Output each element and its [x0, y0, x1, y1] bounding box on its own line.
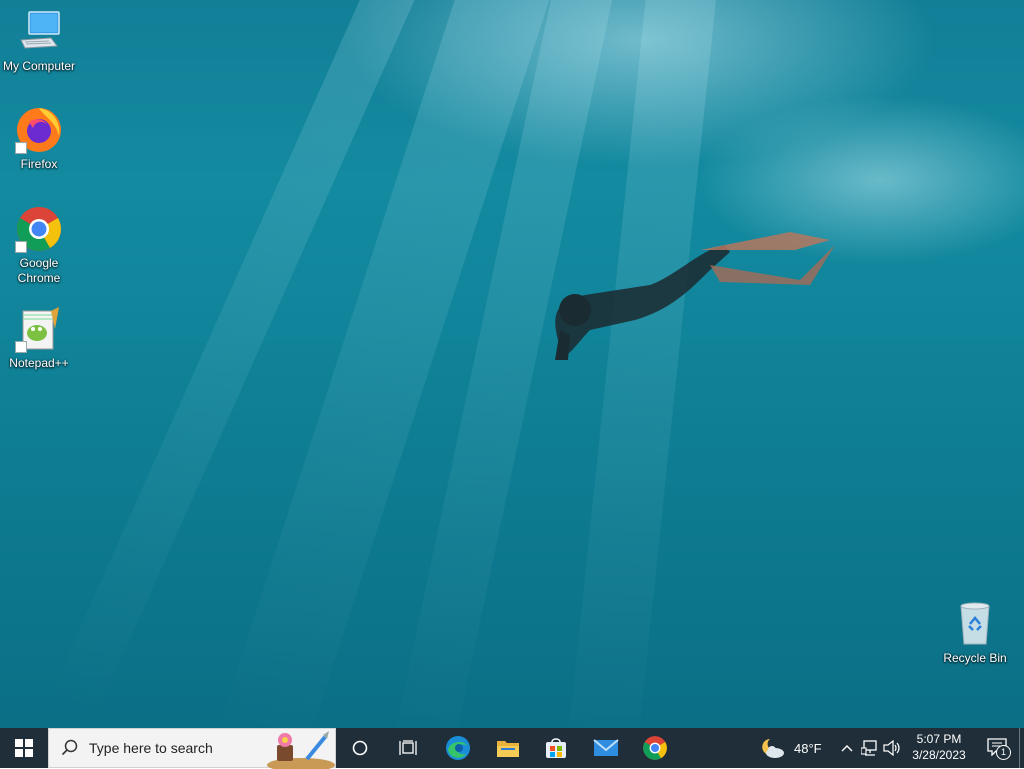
chrome-icon [643, 736, 667, 760]
mail-icon [593, 739, 619, 756]
start-icon [15, 739, 33, 757]
chrome-icon [15, 205, 63, 253]
notepadpp-icon [15, 305, 63, 353]
show-desktop-button[interactable] [1019, 728, 1024, 768]
desktop-icon-my-computer[interactable]: My Computer [1, 8, 77, 74]
file-explorer-icon [497, 741, 519, 757]
desktop-icon-label: Notepad++ [9, 356, 69, 370]
speaker-icon [883, 740, 900, 756]
desktop-icon-label: Google Chrome [17, 256, 61, 285]
chevron-up-icon [841, 745, 853, 752]
desktop-icon-label: My Computer [2, 59, 76, 73]
taskbar: Type here to search 48°F 5:07 PM 3/28/20… [0, 728, 1024, 769]
desktop-icon-google-chrome[interactable]: Google Chrome [1, 205, 77, 286]
firefox-icon [15, 106, 63, 154]
desktop-icon-label: Recycle Bin [943, 651, 1007, 665]
taskbar-search-box[interactable]: Type here to search [48, 728, 336, 769]
recycle-bin-icon [951, 600, 999, 648]
task-view-button[interactable] [384, 728, 432, 768]
computer-icon [15, 8, 63, 56]
wallpaper-swimmer [555, 232, 835, 360]
taskbar-microsoft-store-button[interactable] [532, 728, 580, 768]
network-icon [861, 740, 877, 756]
search-placeholder: Type here to search [89, 740, 213, 756]
shortcut-arrow-icon [15, 241, 27, 253]
desktop[interactable]: My Computer Firefox Google Chrome Notepa… [0, 0, 1024, 728]
taskbar-clock[interactable]: 5:07 PM 3/28/2023 [900, 731, 978, 763]
taskbar-edge-button[interactable] [434, 728, 482, 768]
weather-widget[interactable]: 48°F [760, 728, 830, 768]
search-icon [61, 739, 78, 756]
weather-temperature: 48°F [794, 740, 822, 756]
edge-icon [446, 736, 470, 760]
desktop-icon-firefox[interactable]: Firefox [1, 106, 77, 172]
notification-count-badge: 1 [996, 745, 1011, 760]
search-highlight-icon [267, 731, 335, 769]
partly-cloudy-night-icon [762, 739, 784, 758]
shortcut-arrow-icon [15, 142, 27, 154]
start-button[interactable] [0, 728, 48, 768]
show-hidden-icons-button[interactable] [838, 728, 856, 768]
network-button[interactable] [860, 728, 880, 768]
taskbar-mail-button[interactable] [582, 728, 630, 768]
task-view-icon [399, 740, 417, 755]
clock-time: 5:07 PM [916, 732, 962, 746]
cortana-button[interactable] [336, 728, 384, 768]
taskbar-file-explorer-button[interactable] [484, 728, 532, 768]
shortcut-arrow-icon [15, 341, 27, 353]
desktop-icon-label: Firefox [20, 157, 58, 171]
microsoft-store-icon [546, 738, 566, 758]
taskbar-chrome-button[interactable] [631, 728, 679, 768]
desktop-icon-recycle-bin[interactable]: Recycle Bin [937, 600, 1013, 666]
volume-button[interactable] [882, 728, 902, 768]
cortana-icon [352, 740, 368, 756]
desktop-icon-notepadpp[interactable]: Notepad++ [1, 305, 77, 371]
action-center-button[interactable]: 1 [978, 728, 1018, 768]
clock-date: 3/28/2023 [912, 748, 966, 762]
